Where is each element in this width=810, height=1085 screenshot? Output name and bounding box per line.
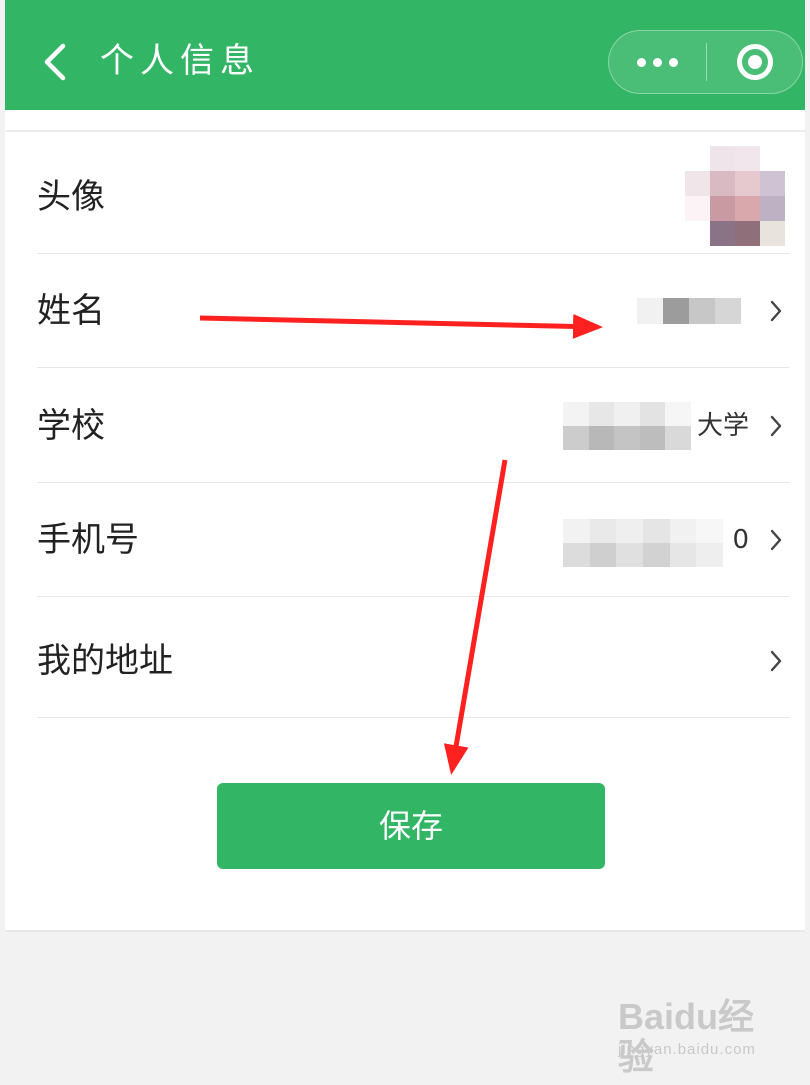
row-phone[interactable]: 手机号 0 xyxy=(37,483,789,597)
save-button[interactable]: 保存 xyxy=(217,783,605,869)
phone-value: 0 xyxy=(732,525,749,555)
avatar xyxy=(685,146,785,246)
page-title: 个人信息 xyxy=(100,41,260,81)
watermark-brand: Baidu经验 xyxy=(618,996,755,1077)
name-value-blurred xyxy=(637,298,741,324)
school-value: 大学 xyxy=(696,411,749,441)
divider xyxy=(37,596,789,597)
row-name[interactable]: 姓名 xyxy=(37,254,789,368)
profile-card: 头像 姓名 学校 大学 手机号 0 我的地址 保存 xyxy=(5,110,805,932)
mini-program-capsule xyxy=(608,30,803,94)
divider xyxy=(37,367,789,368)
row-address[interactable]: 我的地址 xyxy=(37,604,789,718)
chevron-right-icon xyxy=(770,529,782,551)
chevron-right-icon xyxy=(770,300,782,322)
watermark-url: jingyan.baidu.com xyxy=(618,1041,756,1058)
row-label-school: 学校 xyxy=(37,406,105,446)
chevron-right-icon xyxy=(770,415,782,437)
target-circle-icon[interactable] xyxy=(707,31,803,93)
school-value-blurred xyxy=(563,402,691,450)
row-school[interactable]: 学校 大学 xyxy=(37,369,789,483)
navigation-bar: 个人信息 xyxy=(5,0,805,110)
chevron-left-icon[interactable] xyxy=(35,40,75,84)
more-dots-icon[interactable] xyxy=(609,31,706,93)
divider xyxy=(5,930,805,932)
watermark: Baidu经验 jingyan.baidu.com xyxy=(618,995,778,1077)
divider xyxy=(37,717,789,718)
row-label-phone: 手机号 xyxy=(37,520,139,560)
chevron-right-icon xyxy=(770,650,782,672)
divider xyxy=(5,130,805,132)
row-avatar[interactable]: 头像 xyxy=(37,140,789,254)
row-label-name: 姓名 xyxy=(37,291,105,331)
row-label-avatar: 头像 xyxy=(37,177,105,217)
row-label-address: 我的地址 xyxy=(37,641,173,681)
phone-value-blurred xyxy=(563,519,723,567)
